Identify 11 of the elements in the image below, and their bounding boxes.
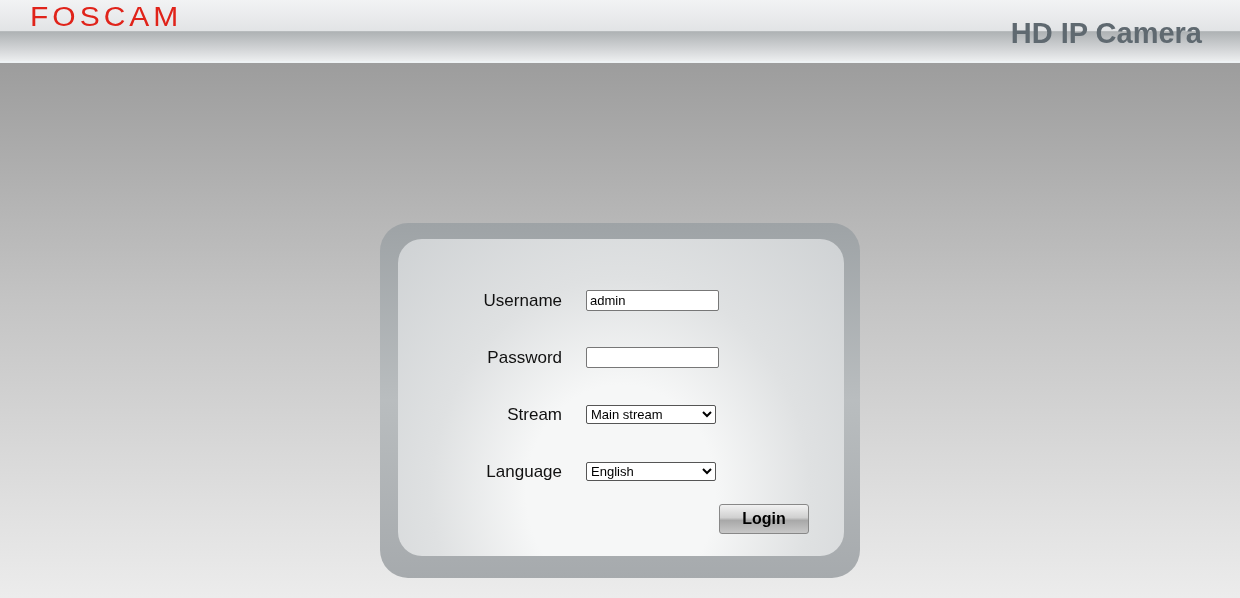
field-label: Stream xyxy=(506,404,562,425)
password-field[interactable] xyxy=(586,347,719,368)
field-label: Language xyxy=(485,461,562,482)
field-label: Password xyxy=(486,347,562,368)
dropdown[interactable]: English xyxy=(586,462,716,481)
logo: FOSCAM xyxy=(30,1,183,32)
field-label: Username xyxy=(482,290,562,311)
product-title: HD IP Camera xyxy=(1010,17,1202,50)
login-button[interactable]: Login xyxy=(719,504,809,534)
username-field[interactable]: admin xyxy=(586,290,719,311)
dropdown[interactable]: Main stream xyxy=(586,405,716,424)
